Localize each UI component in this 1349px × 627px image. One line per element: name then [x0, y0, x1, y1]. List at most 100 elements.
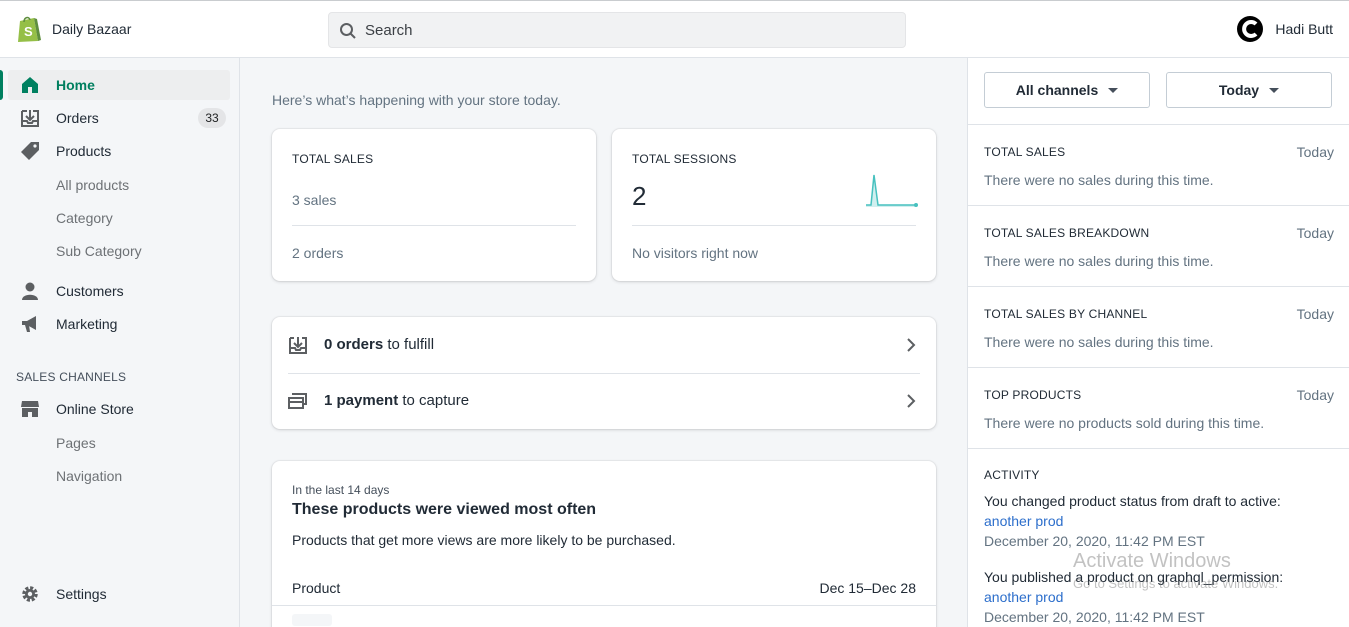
orders-count-badge: 33 — [198, 108, 226, 128]
section-message: There were no sales during this time. — [984, 334, 1214, 350]
sidebar-subitem-all-products[interactable]: All products — [56, 177, 129, 193]
section-message: There were no sales during this time. — [984, 253, 1214, 269]
sessions-value: 2 — [632, 181, 647, 211]
activity-title: ACTIVITY — [984, 468, 1040, 482]
sidebar-item-label: Home — [56, 77, 95, 93]
section-title: TOP PRODUCTS — [984, 388, 1082, 402]
person-icon — [22, 282, 38, 300]
store-icon — [21, 401, 39, 417]
gear-icon — [22, 586, 38, 602]
search-icon — [340, 23, 356, 39]
activity-date: December 20, 2020, 11:42 PM EST — [984, 533, 1205, 549]
date-range-column-header: Dec 15–Dec 28 — [819, 580, 916, 596]
shopify-logo-icon[interactable]: S — [16, 15, 42, 43]
payment-to-capture-text: 1 payment to capture — [324, 392, 469, 409]
chevron-right-icon — [907, 338, 916, 352]
sidebar-item-label: Settings — [56, 586, 107, 602]
activity-product-link[interactable]: another prod — [984, 513, 1063, 529]
sidebar-item-label: Orders — [56, 110, 99, 126]
activity-product-link[interactable]: another prod — [984, 589, 1063, 605]
activate-windows-hint: Go to Settings to activate Windows. — [1073, 576, 1279, 591]
section-title: TOTAL SALES BY CHANNEL — [984, 307, 1148, 321]
sales-count: 3 sales — [292, 192, 337, 208]
sidebar-item-label: Marketing — [56, 316, 118, 332]
orders-to-fulfill-text: 0 orders to fulfill — [324, 336, 434, 353]
viewed-description: Products that get more views are more li… — [292, 532, 676, 548]
total-sessions-card[interactable]: TOTAL SESSIONS 2 No visitors right now — [612, 129, 936, 281]
megaphone-icon — [22, 316, 36, 332]
top-products-section: TOP PRODUCTS Today There were no product… — [968, 367, 1349, 448]
orders-to-fulfill-suffix: to fulfill — [383, 336, 435, 353]
user-name: Hadi Butt — [1275, 21, 1333, 37]
user-menu[interactable]: Hadi Butt — [1237, 15, 1333, 43]
tasks-card: 0 orders to fulfill 1 payment to capture — [272, 317, 936, 429]
sidebar-subitem-category[interactable]: Category — [56, 210, 113, 226]
sidebar-item-home[interactable]: Home — [0, 70, 230, 100]
payment-to-capture-row[interactable]: 1 payment to capture — [272, 373, 936, 429]
total-sales-label: TOTAL SALES — [292, 152, 374, 166]
channels-dropdown-label: All channels — [1015, 82, 1099, 98]
total-sales-by-channel-section: TOTAL SALES BY CHANNEL Today There were … — [968, 286, 1349, 367]
section-date: Today — [1296, 225, 1334, 241]
period-dropdown-label: Today — [1218, 82, 1260, 98]
activity-section: ACTIVITY You changed product status from… — [968, 448, 1349, 627]
payment-to-capture-suffix: to capture — [398, 392, 470, 409]
search-bar[interactable] — [328, 12, 906, 48]
channels-dropdown[interactable]: All channels — [984, 72, 1150, 108]
sessions-sparkline-icon — [866, 174, 918, 207]
sidebar-item-orders[interactable]: Orders 33 — [8, 103, 230, 133]
inbox-download-icon — [289, 337, 307, 354]
chevron-right-icon — [907, 394, 916, 408]
viewed-title: These products were viewed most often — [292, 501, 597, 518]
section-date: Today — [1296, 387, 1334, 403]
avatar — [1237, 16, 1264, 42]
activity-date: December 20, 2020, 11:42 PM EST — [984, 609, 1205, 625]
sidebar-subitem-sub-category[interactable]: Sub Category — [56, 243, 142, 259]
payment-icon — [288, 393, 307, 409]
sidebar-subitem-navigation[interactable]: Navigation — [56, 468, 122, 484]
sidebar-item-label: Products — [56, 143, 112, 159]
orders-count: 2 orders — [292, 245, 344, 261]
visitors-status: No visitors right now — [632, 245, 759, 261]
most-viewed-card: In the last 14 days These products were … — [272, 461, 936, 627]
search-input[interactable] — [365, 13, 885, 47]
sidebar-item-label: Online Store — [56, 401, 134, 417]
product-thumbnail — [292, 614, 332, 626]
divider — [292, 225, 576, 226]
activity-text: You changed product status from draft to… — [984, 493, 1281, 509]
sales-channels-heading: SALES CHANNELS — [16, 370, 127, 384]
total-sessions-label: TOTAL SESSIONS — [632, 152, 737, 166]
total-sales-breakdown-section: TOTAL SALES BREAKDOWN Today There were n… — [968, 205, 1349, 286]
sidebar-item-customers[interactable]: Customers — [8, 276, 230, 306]
period-dropdown[interactable]: Today — [1166, 72, 1332, 108]
sidebar-item-online-store[interactable]: Online Store — [8, 394, 230, 424]
top-bar: S Daily Bazaar Hadi Butt — [0, 0, 1349, 58]
caret-down-icon — [1269, 87, 1280, 93]
tag-icon — [21, 142, 39, 160]
divider — [632, 225, 916, 226]
home-icon — [22, 77, 38, 93]
intro-text: Here’s what’s happening with your store … — [272, 92, 561, 108]
sidebar-subitem-pages[interactable]: Pages — [56, 435, 96, 451]
orders-icon — [21, 110, 39, 127]
sidebar-item-marketing[interactable]: Marketing — [8, 309, 230, 339]
section-date: Today — [1296, 144, 1334, 160]
sidebar-item-label: Customers — [56, 283, 124, 299]
sidebar-item-settings[interactable]: Settings — [8, 579, 230, 609]
right-panel: All channels Today TOTAL SALES Today The… — [967, 58, 1349, 627]
activate-windows-watermark: Activate Windows — [1073, 550, 1231, 572]
orders-to-fulfill-count: 0 orders — [324, 336, 384, 353]
total-sales-card[interactable]: TOTAL SALES 3 sales 2 orders — [272, 129, 596, 281]
svg-text:S: S — [24, 24, 33, 39]
section-date: Today — [1296, 306, 1334, 322]
divider — [272, 605, 936, 606]
section-message: There were no sales during this time. — [984, 172, 1214, 188]
sidebar-item-products[interactable]: Products — [8, 136, 230, 166]
payment-to-capture-count: 1 payment — [324, 392, 399, 409]
store-name[interactable]: Daily Bazaar — [52, 21, 131, 37]
orders-to-fulfill-row[interactable]: 0 orders to fulfill — [272, 317, 936, 373]
product-column-header: Product — [292, 580, 341, 596]
total-sales-section: TOTAL SALES Today There were no sales du… — [968, 124, 1349, 205]
section-title: TOTAL SALES — [984, 145, 1066, 159]
viewed-period: In the last 14 days — [292, 483, 390, 497]
